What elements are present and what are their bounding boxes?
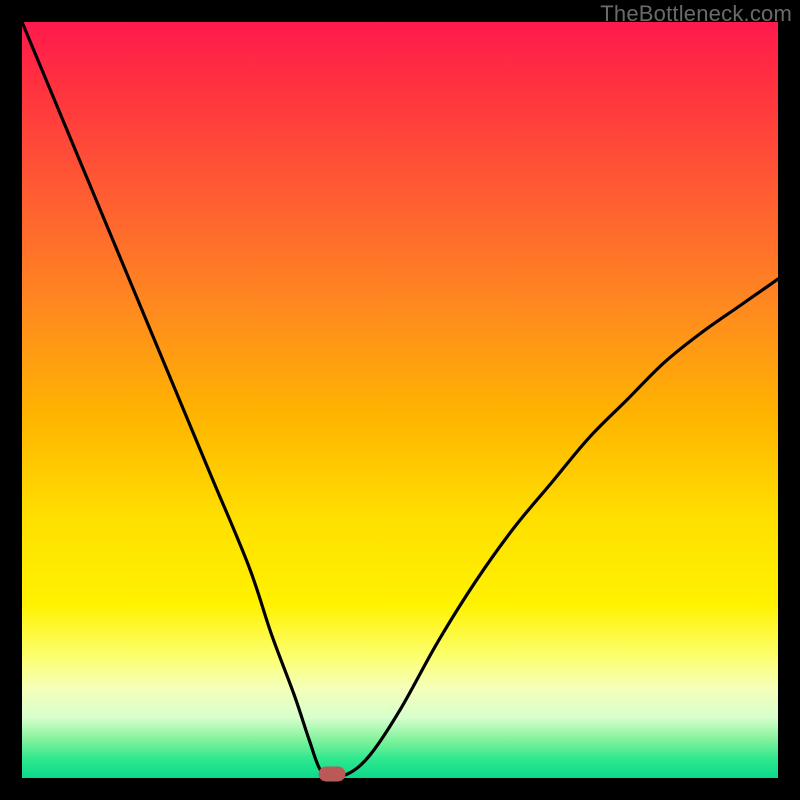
optimal-point-marker bbox=[318, 767, 345, 782]
bottleneck-curve bbox=[22, 22, 778, 778]
chart-frame bbox=[22, 22, 778, 778]
plot-area bbox=[22, 22, 778, 778]
curve-path bbox=[22, 22, 778, 776]
